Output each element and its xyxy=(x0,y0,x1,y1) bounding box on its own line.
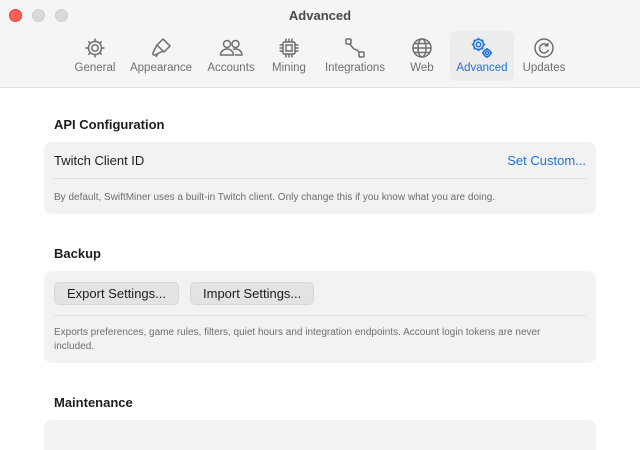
backup-card: Export Settings... Import Settings... Ex… xyxy=(44,271,596,363)
refresh-icon xyxy=(532,36,556,60)
divider xyxy=(54,178,586,179)
gear-icon xyxy=(83,36,107,60)
tab-integrations[interactable]: Integrations xyxy=(320,31,390,81)
window-title: Advanced xyxy=(288,8,352,23)
tab-general[interactable]: General xyxy=(70,31,120,81)
gears-icon xyxy=(470,36,494,60)
cpu-icon xyxy=(277,36,301,60)
tab-label: Advanced xyxy=(456,62,508,74)
maintenance-heading: Maintenance xyxy=(54,395,133,410)
tab-label: Accounts xyxy=(207,62,255,74)
tab-appearance[interactable]: Appearance xyxy=(128,31,194,81)
twitch-client-id-label: Twitch Client ID xyxy=(54,153,145,168)
people-icon xyxy=(219,36,243,60)
maintenance-card xyxy=(44,420,596,450)
api-configuration-card: Twitch Client ID Set Custom... By defaul… xyxy=(44,142,596,214)
tab-label: General xyxy=(74,62,116,74)
tab-accounts[interactable]: Accounts xyxy=(202,31,260,81)
globe-icon xyxy=(410,36,434,60)
export-settings-button[interactable]: Export Settings... xyxy=(54,282,179,305)
tab-label: Appearance xyxy=(129,62,193,74)
tab-web[interactable]: Web xyxy=(400,31,444,81)
connection-icon xyxy=(343,36,367,60)
tab-label: Web xyxy=(410,62,434,74)
tab-advanced[interactable]: Advanced xyxy=(450,31,514,81)
tab-label: Updates xyxy=(522,62,566,74)
set-custom-button[interactable]: Set Custom... xyxy=(507,153,586,168)
tab-updates[interactable]: Updates xyxy=(518,31,570,81)
tab-label: Integrations xyxy=(324,62,386,74)
backup-heading: Backup xyxy=(54,246,101,261)
divider xyxy=(54,315,586,316)
preferences-toolbar: General Appearance Accounts Mining Integ… xyxy=(0,31,640,81)
title-bar: Advanced General Appearance Accounts Min… xyxy=(0,0,640,88)
tab-label: Mining xyxy=(272,62,306,74)
backup-help-text: Exports preferences, game rules, filters… xyxy=(54,327,541,352)
paintbrush-icon xyxy=(149,36,173,60)
api-help-text: By default, SwiftMiner uses a built-in T… xyxy=(54,192,496,203)
import-settings-button[interactable]: Import Settings... xyxy=(190,282,315,305)
tab-mining[interactable]: Mining xyxy=(266,31,312,81)
api-configuration-heading: API Configuration xyxy=(54,117,165,132)
